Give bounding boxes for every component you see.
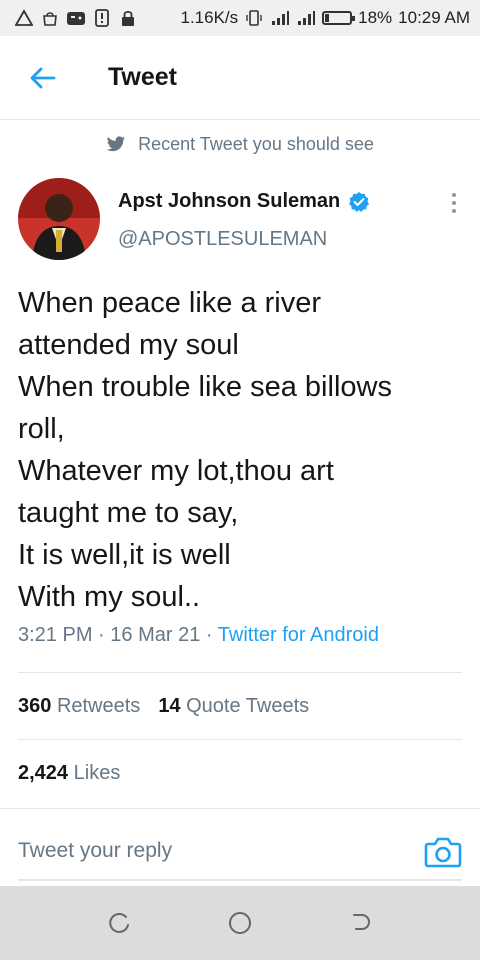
clock: 10:29 AM — [398, 8, 470, 27]
signal-icon — [270, 8, 290, 28]
author-handle: @APOSTLESULEMAN — [118, 228, 328, 250]
gamepad-icon — [66, 8, 86, 28]
system-indicators: 1.16K/s 18% 10:29 AM — [180, 8, 470, 28]
warning-icon — [14, 8, 34, 28]
dot-icon — [452, 209, 456, 213]
twitter-bird-icon — [106, 136, 126, 152]
dot-icon — [452, 193, 456, 197]
engagement-stats: 360 Retweets 14 Quote Tweets — [18, 695, 309, 718]
tweet-context: Recent Tweet you should see — [0, 134, 480, 155]
tweet-line: When trouble like sea billows — [18, 371, 392, 403]
verified-badge-icon — [349, 191, 370, 212]
quote-tweets-stat[interactable]: 14 Quote Tweets — [158, 695, 309, 718]
vibrate-icon — [244, 8, 264, 28]
recents-button[interactable] — [100, 903, 140, 943]
likes-count: 2,424 — [18, 762, 69, 784]
tweet-date: 16 Mar 21 — [110, 624, 201, 646]
battery-percent: 18% — [358, 8, 393, 27]
quotes-count: 14 — [158, 695, 181, 717]
system-navigation-bar — [0, 886, 480, 960]
tweet-meta: 3:21 PM · 16 Mar 21 · Twitter for Androi… — [18, 624, 379, 647]
likes-label: Likes — [73, 762, 121, 784]
back-button[interactable] — [0, 36, 84, 120]
more-options-button[interactable] — [440, 188, 468, 218]
context-label: Recent Tweet you should see — [138, 134, 374, 154]
tweet-line: taught me to say, — [18, 497, 239, 529]
display-name: Apst Johnson Suleman — [118, 190, 341, 212]
dot-icon — [452, 201, 456, 205]
battery-icon — [322, 11, 356, 25]
recents-icon — [109, 912, 129, 933]
tweet-author: Apst Johnson Suleman @APOSTLESULEMAN — [18, 178, 468, 262]
likes-stat-row: 2,424 Likes — [18, 762, 120, 785]
battery-level — [325, 14, 330, 22]
tweet-line: Whatever my lot,thou art — [18, 455, 334, 487]
camera-icon — [424, 837, 462, 868]
retweets-label: Retweets — [56, 695, 141, 717]
divider — [18, 672, 462, 673]
tweet-text: When peace like a river attended my soul… — [18, 282, 468, 618]
tweet-line: roll, — [18, 413, 65, 445]
home-circle-icon — [229, 912, 251, 934]
tweet-line: With my soul.. — [18, 581, 201, 613]
top-app-bar: Tweet — [0, 36, 480, 120]
arrow-left-icon — [30, 67, 56, 88]
bag-icon — [40, 8, 60, 28]
page-title: Tweet — [108, 63, 177, 91]
retweets-stat[interactable]: 360 Retweets — [18, 695, 140, 718]
quotes-label: Quote Tweets — [186, 695, 310, 717]
reply-underline — [18, 879, 462, 881]
divider — [18, 739, 462, 740]
back-nav-icon — [353, 914, 370, 930]
author-name[interactable]: Apst Johnson Suleman — [118, 190, 370, 213]
notification-icons — [14, 8, 138, 28]
tweet-source-link[interactable]: Twitter for Android — [218, 624, 379, 646]
avatar[interactable] — [18, 178, 100, 260]
home-button[interactable] — [220, 903, 260, 943]
meta-separator: · — [98, 624, 105, 646]
back-nav-button[interactable] — [340, 903, 380, 943]
network-speed: 1.16K/s — [180, 8, 239, 27]
lock-icon — [118, 8, 138, 28]
reply-input[interactable]: Tweet your reply — [18, 831, 408, 871]
tweet-line: When peace like a river — [18, 287, 322, 319]
camera-button[interactable] — [424, 835, 462, 869]
meta-separator: · — [205, 624, 213, 646]
retweets-count: 360 — [18, 695, 52, 717]
tweet-time: 3:21 PM — [18, 624, 93, 646]
tweet-line: It is well,it is well — [18, 539, 231, 571]
likes-stat[interactable]: 2,424 Likes — [18, 762, 120, 785]
status-bar: 1.16K/s 18% 10:29 AM — [0, 0, 480, 36]
signal-2-icon — [296, 8, 316, 28]
tweet-line: attended my soul — [18, 329, 239, 361]
reply-composer: Tweet your reply — [0, 808, 480, 886]
alert-box-icon — [92, 8, 112, 28]
